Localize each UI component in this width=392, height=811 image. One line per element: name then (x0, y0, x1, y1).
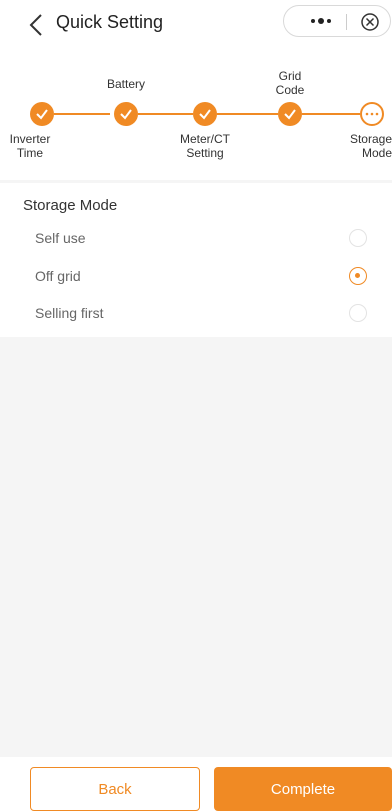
more-icon[interactable] (304, 14, 338, 28)
step-done-meter-ct (193, 102, 217, 126)
storage-mode-section: Storage Mode Self use Off grid Selling f… (0, 183, 392, 337)
check-icon (36, 109, 48, 120)
check-icon (199, 109, 211, 120)
capsule-divider (346, 14, 347, 30)
step-current-storage-mode (360, 102, 384, 126)
progress-stepper: Inverter Time Battery Meter/CT Setting G… (0, 50, 392, 180)
radio-off-grid[interactable] (349, 267, 367, 285)
step-connector (217, 113, 278, 115)
step-done-grid-code (278, 102, 302, 126)
step-done-inverter-time (30, 102, 54, 126)
top-bar: Quick Setting (0, 0, 392, 50)
radio-selling-first[interactable] (349, 304, 367, 322)
step-done-battery (114, 102, 138, 126)
complete-button[interactable]: Complete (214, 767, 392, 811)
option-self-use[interactable]: Self use (35, 230, 86, 246)
page-title: Quick Setting (56, 12, 164, 32)
step-label: Meter/CT Setting (179, 132, 230, 160)
option-off-grid[interactable]: Off grid (35, 268, 81, 284)
back-button[interactable]: Back (30, 767, 200, 811)
mini-program-capsule (283, 5, 391, 37)
option-selling-first[interactable]: Selling first (35, 305, 103, 321)
step-label: Grid Code (275, 69, 305, 97)
ellipsis-icon (365, 112, 379, 116)
footer-bar: Back Complete (0, 757, 392, 811)
check-icon (120, 109, 132, 120)
section-title: Storage Mode (23, 197, 118, 214)
step-label: Storage Mode (349, 132, 392, 160)
radio-self-use[interactable] (349, 229, 367, 247)
step-connector (302, 113, 360, 115)
step-connector (138, 113, 193, 115)
chevron-left-icon[interactable] (26, 13, 48, 37)
close-icon[interactable] (360, 12, 380, 32)
step-connector (54, 113, 110, 115)
check-icon (284, 109, 296, 120)
step-label: Inverter Time (9, 132, 51, 160)
step-label: Battery (106, 77, 145, 91)
